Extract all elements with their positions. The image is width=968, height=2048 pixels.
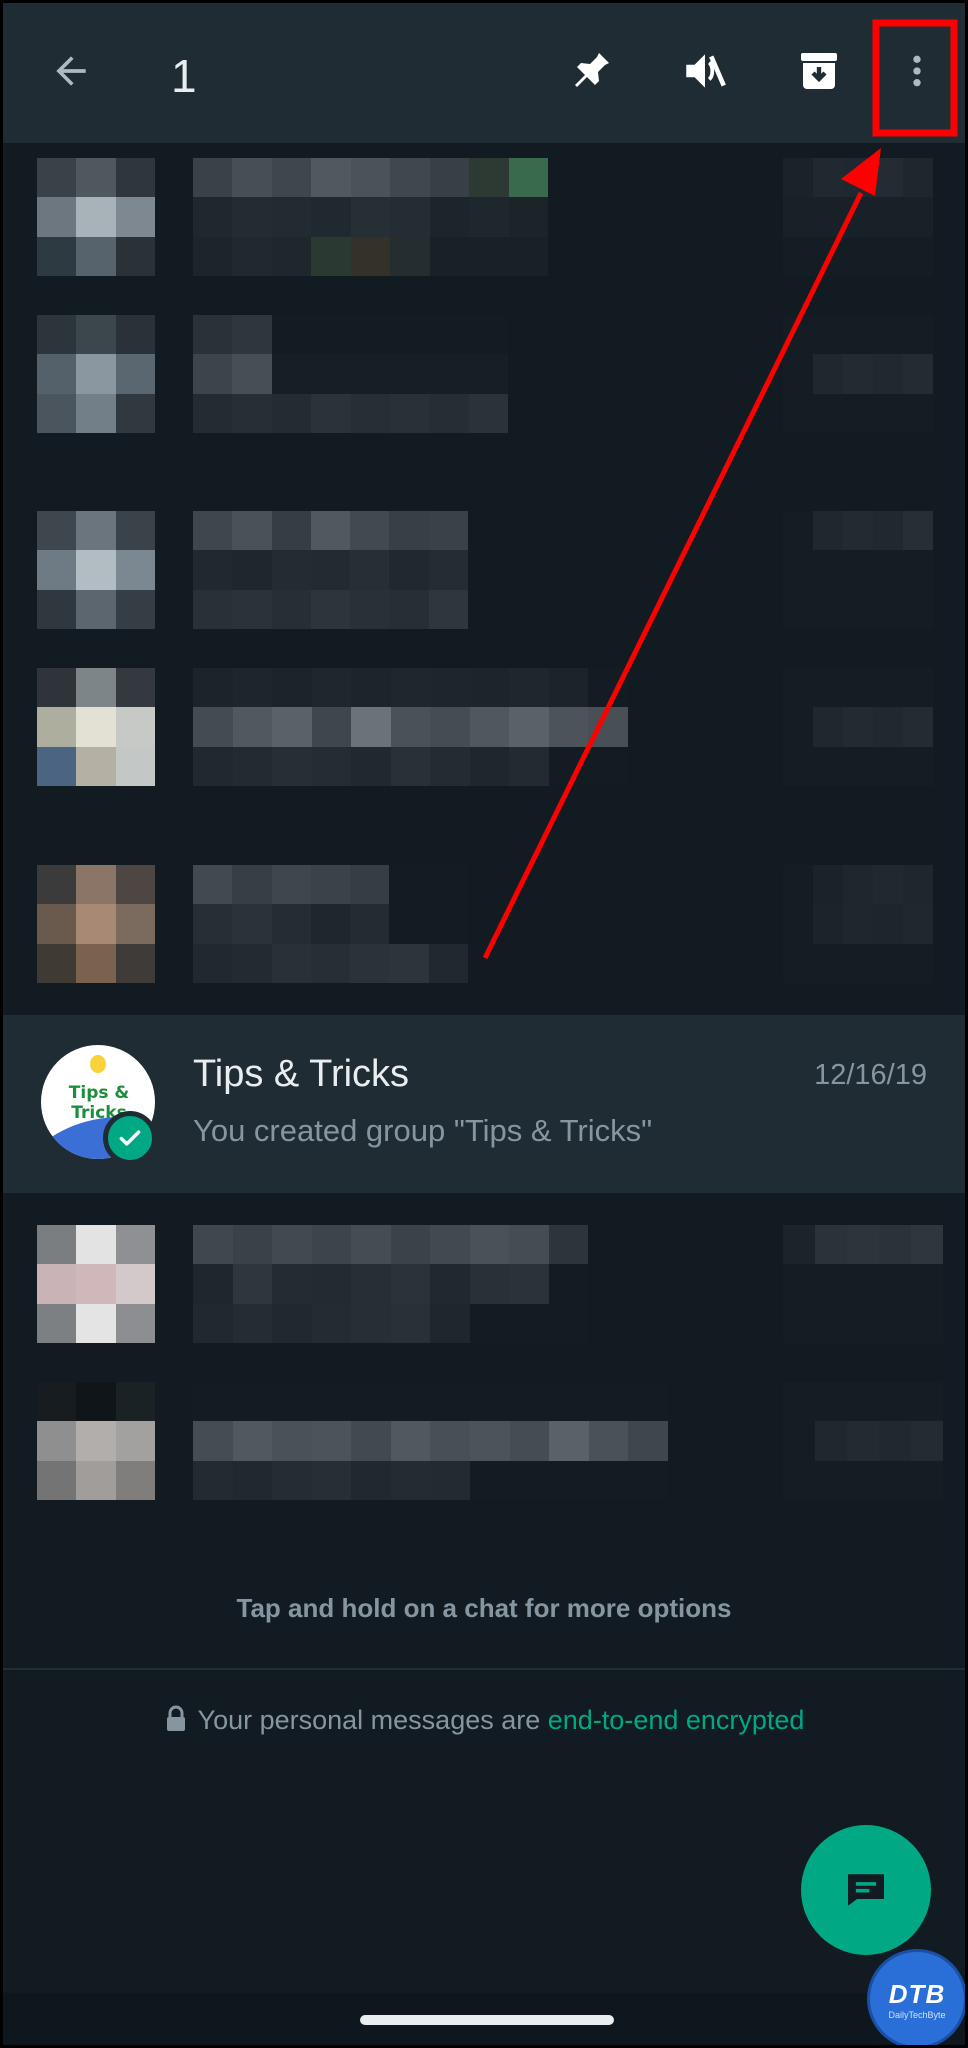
divider	[3, 1668, 965, 1670]
encryption-text: Your personal messages are	[197, 1705, 548, 1735]
selection-toolbar: 1	[3, 3, 965, 143]
chat-last-message: You created group "Tips & Tricks"	[193, 1113, 653, 1148]
mute-icon	[686, 54, 726, 88]
obscured-avatar	[37, 865, 155, 983]
mute-button[interactable]	[665, 31, 745, 111]
watermark-subtext: DailyTechByte	[888, 2009, 946, 2020]
obscured-text	[193, 668, 628, 786]
obscured-timestamp	[783, 1225, 943, 1343]
more-options-button[interactable]	[877, 31, 957, 111]
selected-count: 1	[171, 50, 197, 102]
obscured-timestamp	[783, 511, 933, 629]
chat-name: Tips & Tricks	[193, 1053, 410, 1095]
chat-date: 12/16/19	[814, 1059, 927, 1091]
watermark-text: DTB	[888, 1978, 946, 2009]
obscured-timestamp	[783, 865, 933, 983]
obscured-avatar	[37, 668, 155, 786]
archive-button[interactable]	[779, 31, 859, 111]
new-chat-button[interactable]	[801, 1825, 931, 1955]
obscured-avatar	[37, 1382, 155, 1500]
selected-check-badge	[103, 1111, 157, 1165]
new-chat-icon	[848, 1874, 884, 1906]
lock-icon	[166, 1705, 185, 1731]
obscured-avatar	[37, 511, 155, 629]
checkmark-icon	[119, 1130, 141, 1146]
tap-hold-hint: Tap and hold on a chat for more options	[236, 1593, 732, 1623]
whatsapp-chat-list-screen: 1 Tips & Tricks Tips & Tricks 12/16/19 Y…	[0, 0, 968, 2048]
back-button[interactable]	[31, 31, 111, 111]
obscured-avatar	[37, 158, 155, 276]
encryption-notice: Your personal messages are end-to-end en…	[3, 1705, 965, 1736]
obscured-avatar	[37, 1225, 155, 1343]
obscured-text	[193, 158, 548, 276]
lightbulb-icon	[90, 1055, 106, 1073]
obscured-text	[193, 511, 468, 629]
obscured-text	[193, 1382, 668, 1500]
pin-button[interactable]	[551, 31, 631, 111]
obscured-timestamp	[783, 1382, 943, 1500]
obscured-timestamp	[783, 315, 933, 433]
back-arrow-icon	[56, 56, 86, 86]
obscured-text	[193, 1225, 588, 1343]
archive-icon	[801, 53, 837, 89]
obscured-avatar	[37, 315, 155, 433]
pin-icon	[575, 53, 609, 87]
encryption-link[interactable]: end-to-end encrypted	[548, 1705, 805, 1735]
obscured-text	[193, 865, 468, 983]
more-options-icon	[913, 55, 921, 87]
obscured-timestamp	[783, 158, 933, 276]
obscured-text	[193, 315, 508, 433]
obscured-timestamp	[783, 668, 933, 786]
dtb-watermark-logo: DTB DailyTechByte	[867, 1949, 965, 2045]
home-indicator[interactable]	[360, 2015, 614, 2025]
